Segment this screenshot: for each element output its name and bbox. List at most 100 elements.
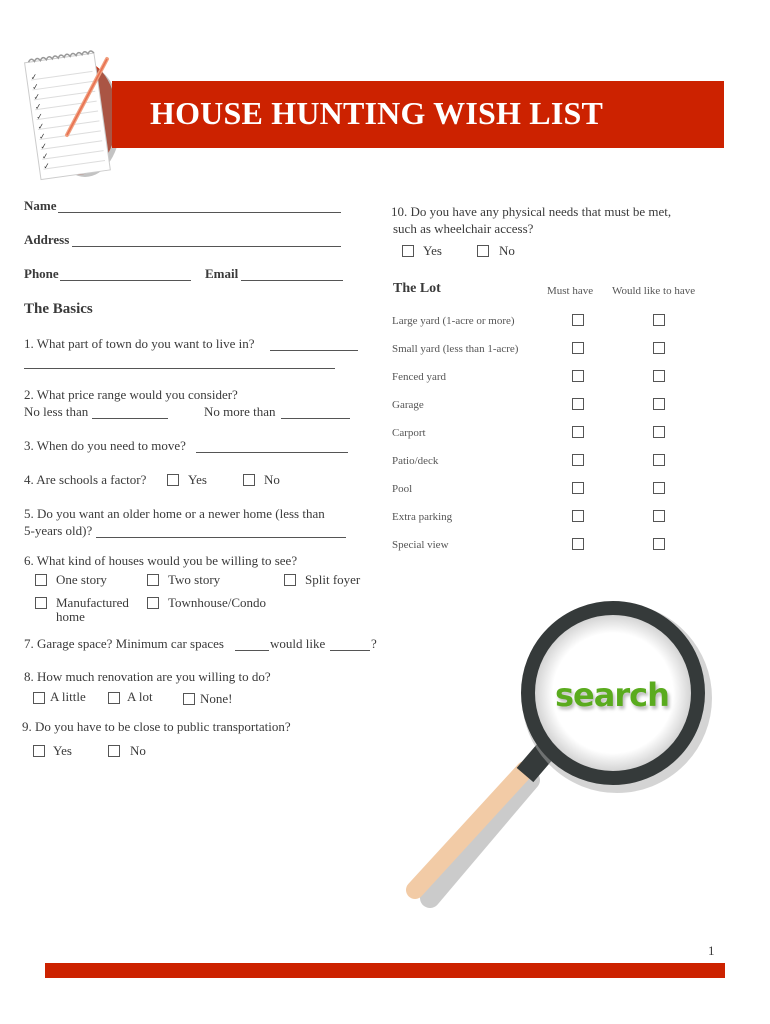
lot-item-label: Extra parking — [392, 511, 453, 523]
q8-little-checkbox[interactable] — [33, 692, 45, 704]
q9-yes-checkbox[interactable] — [33, 745, 45, 757]
q7-end: ? — [371, 636, 377, 651]
would-like-checkbox[interactable] — [653, 538, 665, 550]
svg-text:✓: ✓ — [34, 102, 42, 112]
q9-text: 9. Do you have to be close to public tra… — [22, 719, 291, 734]
q6-two-story-checkbox[interactable] — [147, 574, 159, 586]
would-like-checkbox[interactable] — [653, 482, 665, 494]
would-like-checkbox[interactable] — [653, 426, 665, 438]
lot-heading: The Lot — [393, 281, 441, 296]
must-have-checkbox[interactable] — [572, 510, 584, 522]
lot-item-label: Patio/deck — [392, 455, 439, 467]
must-have-checkbox[interactable] — [572, 314, 584, 326]
address-label: Address — [24, 232, 70, 247]
q10-no-label: No — [499, 243, 515, 258]
svg-text:✓: ✓ — [40, 141, 48, 151]
q6-one-story-checkbox[interactable] — [35, 574, 47, 586]
must-have-checkbox[interactable] — [572, 342, 584, 354]
q2-min-field[interactable] — [92, 418, 168, 419]
q10-no-checkbox[interactable] — [477, 245, 489, 257]
must-have-checkbox[interactable] — [572, 398, 584, 410]
q6-split-foyer-checkbox[interactable] — [284, 574, 296, 586]
would-like-checkbox[interactable] — [653, 314, 665, 326]
lot-item-label: Garage — [392, 399, 424, 411]
lot-item-label: Fenced yard — [392, 371, 447, 383]
q4-no-checkbox[interactable] — [243, 474, 255, 486]
q1-field-line2[interactable] — [24, 368, 335, 369]
svg-text:✓: ✓ — [33, 92, 41, 102]
svg-text:✓: ✓ — [30, 72, 38, 82]
q2-max-label: No more than — [204, 404, 276, 419]
phone-field[interactable] — [60, 280, 191, 281]
q3-field[interactable] — [196, 452, 348, 453]
q8-lot-checkbox[interactable] — [108, 692, 120, 704]
q9-no-checkbox[interactable] — [108, 745, 120, 757]
q1-text: 1. What part of town do you want to live… — [24, 336, 255, 351]
phone-label: Phone — [24, 266, 59, 281]
q4-yes-label: Yes — [188, 472, 207, 487]
would-like-checkbox[interactable] — [653, 454, 665, 466]
would-like-checkbox[interactable] — [653, 398, 665, 410]
q5-text-line2: 5-years old)? — [24, 523, 93, 538]
svg-text:✓: ✓ — [38, 132, 46, 142]
q10-yes-checkbox[interactable] — [402, 245, 414, 257]
svg-text:✓: ✓ — [41, 151, 49, 161]
q8-none-checkbox[interactable] — [183, 693, 195, 705]
column-header-would-like: Would like to have — [612, 285, 696, 297]
q5-field[interactable] — [96, 537, 346, 538]
email-field[interactable] — [241, 280, 343, 281]
q7-min-field[interactable] — [235, 650, 269, 651]
would-like-checkbox[interactable] — [653, 342, 665, 354]
q7-would-like-field[interactable] — [330, 650, 370, 651]
q4-text: 4. Are schools a factor? — [24, 472, 147, 487]
q10-yes-label: Yes — [423, 243, 442, 258]
q9-no-label: No — [130, 743, 146, 758]
q8-text: 8. How much renovation are you willing t… — [24, 669, 271, 684]
name-label: Name — [24, 198, 57, 213]
must-have-checkbox[interactable] — [572, 370, 584, 382]
q6-manufactured-label-line2: home — [56, 609, 85, 624]
svg-text:✓: ✓ — [31, 82, 39, 92]
column-header-must-have: Must have — [547, 285, 594, 297]
basics-heading: The Basics — [24, 301, 93, 317]
q5-text-line1: 5. Do you want an older home or a newer … — [24, 506, 325, 521]
page-title: HOUSE HUNTING WISH LIST — [150, 95, 604, 131]
svg-text:✓: ✓ — [43, 161, 51, 171]
address-field[interactable] — [72, 246, 341, 247]
q6-manufactured-checkbox[interactable] — [35, 597, 47, 609]
q6-two-story-label: Two story — [168, 572, 221, 587]
q1-field[interactable] — [270, 350, 358, 351]
must-have-checkbox[interactable] — [572, 426, 584, 438]
svg-text:✓: ✓ — [37, 122, 45, 132]
q9-yes-label: Yes — [53, 743, 72, 758]
would-like-checkbox[interactable] — [653, 370, 665, 382]
would-like-checkbox[interactable] — [653, 510, 665, 522]
email-label: Email — [205, 266, 239, 281]
q7-text: 7. Garage space? Minimum car spaces — [24, 636, 224, 651]
q2-max-field[interactable] — [281, 418, 350, 419]
name-field[interactable] — [58, 212, 341, 213]
q8-none-label: None! — [200, 691, 233, 706]
q4-yes-checkbox[interactable] — [167, 474, 179, 486]
search-illustration-text: search — [555, 676, 670, 714]
lot-item-label: Carport — [392, 427, 426, 439]
lot-item-label: Small yard (less than 1-acre) — [392, 343, 519, 355]
q6-split-foyer-label: Split foyer — [305, 572, 361, 587]
q3-text: 3. When do you need to move? — [24, 438, 186, 453]
lot-item-label: Large yard (1-acre or more) — [392, 315, 515, 327]
q7-would-like-label: would like — [270, 636, 326, 651]
q6-townhouse-checkbox[interactable] — [147, 597, 159, 609]
footer-bar — [45, 963, 725, 978]
magnifying-glass-icon — [406, 601, 712, 908]
lot-item-label: Special view — [392, 539, 449, 551]
lot-item-label: Pool — [392, 483, 413, 495]
q6-text: 6. What kind of houses would you be will… — [24, 553, 298, 568]
must-have-checkbox[interactable] — [572, 454, 584, 466]
q6-one-story-label: One story — [56, 572, 107, 587]
svg-text:✓: ✓ — [36, 112, 44, 122]
q2-text: 2. What price range would you consider? — [24, 387, 238, 402]
page-number: 1 — [708, 943, 715, 958]
must-have-checkbox[interactable] — [572, 538, 584, 550]
must-have-checkbox[interactable] — [572, 482, 584, 494]
q6-townhouse-label: Townhouse/Condo — [168, 595, 267, 610]
